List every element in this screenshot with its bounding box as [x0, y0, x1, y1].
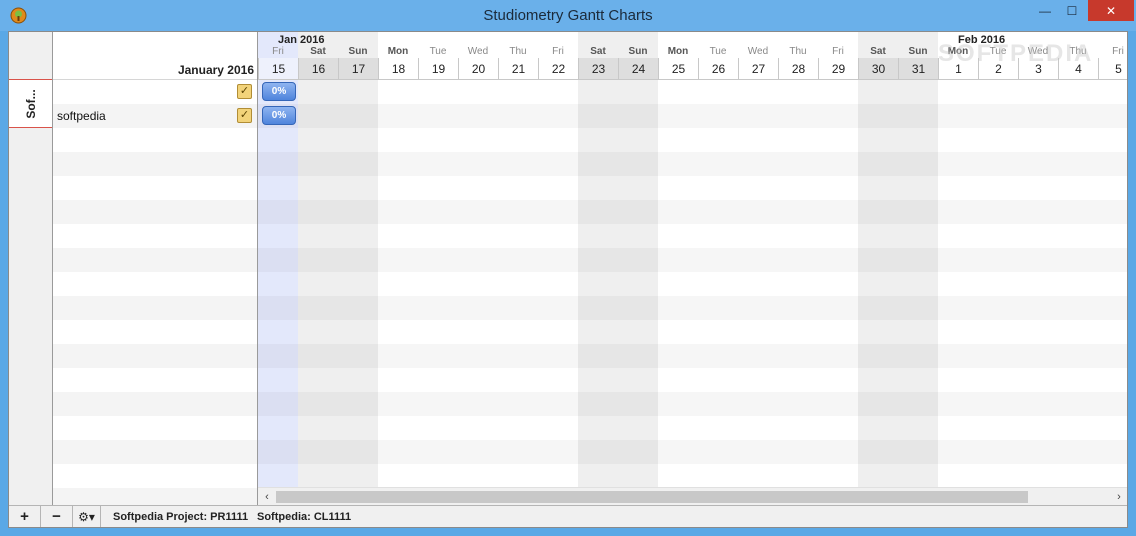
scroll-left-arrow-icon[interactable]: ‹ — [258, 488, 276, 505]
project-tab-label: Sof... — [23, 88, 38, 119]
day-number[interactable]: 28 — [778, 58, 818, 80]
task-row[interactable]: softpedia ✓ — [53, 104, 257, 128]
day-of-week-label: Thu — [789, 46, 807, 57]
gantt-row-stripe — [258, 248, 1127, 272]
task-progress-bar[interactable]: 0% — [262, 82, 296, 101]
day-of-week-label: Sat — [310, 46, 326, 57]
day-of-week-label: Mon — [387, 46, 409, 57]
task-row — [53, 128, 257, 152]
day-of-week-label: Sun — [908, 46, 928, 57]
day-number[interactable]: 22 — [538, 58, 578, 80]
task-row — [53, 224, 257, 248]
title-bar[interactable]: Studiometry Gantt Charts — ☐ ✕ — [0, 0, 1136, 31]
day-number[interactable]: 30 — [858, 58, 898, 80]
task-progress-bar[interactable]: 0% — [262, 106, 296, 125]
remove-task-button[interactable]: − — [41, 506, 73, 527]
add-task-button[interactable]: + — [9, 506, 41, 527]
gantt-row-stripe — [258, 152, 1127, 176]
task-row — [53, 272, 257, 296]
task-row — [53, 392, 257, 416]
day-of-week-label: Wed — [467, 46, 489, 57]
day-number[interactable]: 24 — [618, 58, 658, 80]
day-of-week-label: Sat — [870, 46, 886, 57]
close-button[interactable]: ✕ — [1088, 0, 1134, 21]
gantt-row-stripe — [258, 392, 1127, 416]
gantt-row-stripe — [258, 200, 1127, 224]
status-bar: + − ⚙▾ Softpedia Project: PR1111 Softped… — [9, 505, 1127, 527]
day-of-week-label: Mon — [667, 46, 689, 57]
day-of-week-label: Tue — [709, 46, 727, 57]
gantt-row-stripe — [258, 440, 1127, 464]
task-list-header: January 2016 — [53, 32, 257, 80]
month-label: Jan 2016 — [278, 34, 325, 46]
gantt-row-stripe — [258, 296, 1127, 320]
task-row[interactable]: ✓ — [53, 80, 257, 104]
client-info: Softpedia: CL1111 — [257, 511, 352, 523]
gantt-chart[interactable]: Jan 2016 Feb 2016 Fri 15 Sat 16 Sun 17 Mon 18 Tue 1… — [258, 32, 1127, 505]
day-number[interactable]: 5 — [1098, 58, 1127, 80]
day-of-week-label: Sun — [348, 46, 368, 57]
day-of-week-label: Sun — [628, 46, 648, 57]
window-title: Studiometry Gantt Charts — [483, 7, 653, 24]
day-number[interactable]: 23 — [578, 58, 618, 80]
task-row — [53, 368, 257, 392]
scroll-right-arrow-icon[interactable]: › — [1110, 488, 1127, 505]
task-row — [53, 248, 257, 272]
task-row — [53, 176, 257, 200]
task-row — [53, 200, 257, 224]
watermark: SOFTPEDIA — [938, 40, 1094, 67]
day-number[interactable]: 18 — [378, 58, 418, 80]
settings-gear-icon[interactable]: ⚙▾ — [73, 506, 101, 527]
day-of-week-label: Fri — [1112, 46, 1124, 57]
task-list: January 2016 ✓ softpedia ✓ — [53, 32, 258, 505]
day-number[interactable]: 21 — [498, 58, 538, 80]
task-row — [53, 488, 257, 505]
task-name: softpedia — [57, 109, 106, 123]
gantt-row-stripe — [258, 104, 1127, 128]
day-number[interactable]: 29 — [818, 58, 858, 80]
task-checkbox[interactable]: ✓ — [237, 108, 252, 123]
day-number[interactable]: 31 — [898, 58, 938, 80]
task-row — [53, 464, 257, 488]
horizontal-scrollbar[interactable]: ‹ › — [258, 487, 1127, 505]
day-number[interactable]: 27 — [738, 58, 778, 80]
day-of-week-label: Wed — [747, 46, 769, 57]
project-tab-softpedia[interactable]: Sof... — [9, 79, 52, 128]
day-number[interactable]: 26 — [698, 58, 738, 80]
day-number[interactable]: 17 — [338, 58, 378, 80]
task-checkbox[interactable]: ✓ — [237, 84, 252, 99]
task-list-month: January 2016 — [177, 63, 254, 77]
day-of-week-label: Sat — [590, 46, 606, 57]
day-of-week-label: Fri — [832, 46, 844, 57]
task-row — [53, 440, 257, 464]
maximize-button[interactable]: ☐ — [1057, 0, 1087, 22]
day-number[interactable]: 25 — [658, 58, 698, 80]
day-number[interactable]: 19 — [418, 58, 458, 80]
minimize-button[interactable]: — — [1030, 0, 1060, 22]
project-tabs: Sof... — [9, 32, 53, 505]
task-row — [53, 152, 257, 176]
day-of-week-label: Thu — [509, 46, 527, 57]
day-of-week-label: Fri — [272, 46, 284, 57]
task-row — [53, 344, 257, 368]
task-row — [53, 296, 257, 320]
gantt-row-stripe — [258, 344, 1127, 368]
day-of-week-label: Fri — [552, 46, 564, 57]
project-info: Softpedia Project: PR1111 — [113, 511, 249, 523]
day-number[interactable]: 16 — [298, 58, 338, 80]
scroll-thumb[interactable] — [276, 491, 1028, 503]
day-number[interactable]: 15 — [258, 58, 298, 80]
day-of-week-label: Tue — [429, 46, 447, 57]
day-number[interactable]: 20 — [458, 58, 498, 80]
task-row — [53, 416, 257, 440]
task-row — [53, 320, 257, 344]
client-area: Sof... January 2016 ✓ softpedia ✓ Jan 2016… — [8, 31, 1128, 528]
